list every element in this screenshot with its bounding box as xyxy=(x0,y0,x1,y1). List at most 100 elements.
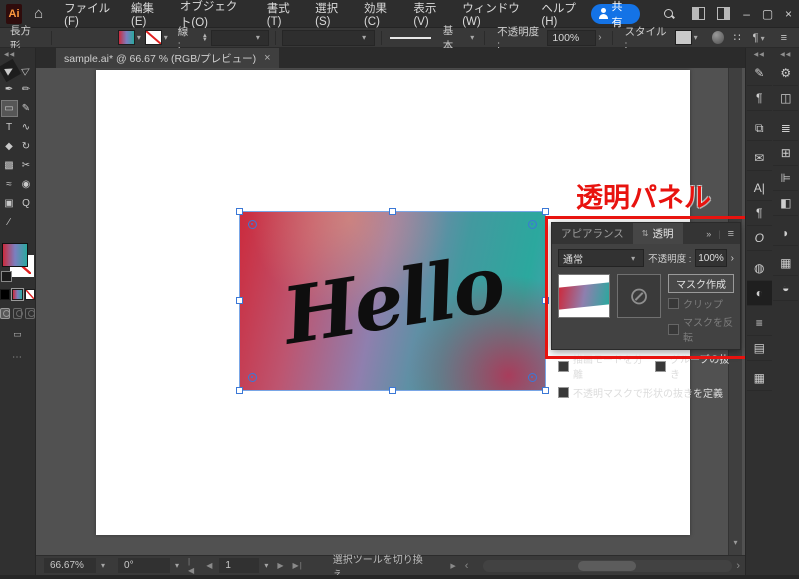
corner-widget[interactable] xyxy=(248,373,257,382)
paragraph-control-icon[interactable]: ¶ ▾ xyxy=(753,32,769,44)
zoom-dropdown-icon[interactable]: ▾ xyxy=(96,561,110,570)
scroll-down-icon[interactable]: ▾ xyxy=(729,538,742,547)
artboard-tool[interactable]: ▣ xyxy=(1,195,18,212)
selection-handle[interactable] xyxy=(236,208,243,215)
zoom-level-field[interactable]: 66.67% xyxy=(44,558,96,573)
collapse-dock-icon[interactable]: ◀◀ xyxy=(780,51,791,58)
horizontal-scrollbar-thumb[interactable] xyxy=(578,560,637,571)
corner-widget[interactable] xyxy=(528,220,537,229)
shaper-tool[interactable]: ◆ xyxy=(1,138,18,155)
tab-close-icon[interactable]: × xyxy=(264,52,270,64)
opacity-mask-shape-checkbox[interactable] xyxy=(558,387,569,398)
selection-handle[interactable] xyxy=(236,297,243,304)
opacity-mask-shape-row[interactable]: 不透明マスクで形状の抜きを定義 xyxy=(558,385,734,400)
stroke-weight-field[interactable]: ▾ xyxy=(210,29,269,46)
stroke-weight-stepper[interactable]: ▲ ▼ xyxy=(202,33,208,43)
paragraph-options-panel-icon[interactable]: ¶ xyxy=(746,86,772,111)
css-export-panel-icon[interactable]: ⧉ xyxy=(746,116,772,141)
type-tool[interactable]: T xyxy=(1,119,18,136)
ai-logo-icon[interactable]: Ai xyxy=(6,3,23,24)
pencil-tool[interactable]: ✎ xyxy=(18,100,35,117)
close-button[interactable]: × xyxy=(778,0,799,28)
scroll-right-icon[interactable]: › xyxy=(732,560,745,572)
scroll-left-icon[interactable]: ‹ xyxy=(461,560,474,572)
rotation-field[interactable]: 0° xyxy=(118,558,171,573)
artboard-number-field[interactable]: 1 xyxy=(219,558,260,573)
comments-panel-icon[interactable]: ✉ xyxy=(746,146,772,171)
artboard-dropdown-icon[interactable]: ▾ xyxy=(259,561,273,570)
edit-toolbar-icon[interactable]: ⋯ xyxy=(0,352,35,363)
scissors-tool[interactable]: ✂ xyxy=(18,157,35,174)
horizontal-scrollbar[interactable] xyxy=(483,559,733,572)
rectangle-tool[interactable]: ▭ xyxy=(0,100,18,117)
invert-mask-checkbox-row[interactable]: マスクを反転 xyxy=(668,314,734,344)
symbol-tool[interactable]: ◉ xyxy=(18,176,35,193)
corner-widget[interactable] xyxy=(528,373,537,382)
first-artboard-icon[interactable]: |◀ xyxy=(184,557,202,575)
tab-transparency[interactable]: ⇅ 透明 xyxy=(632,223,683,244)
curvature-tool[interactable]: ∿ xyxy=(18,119,35,136)
color-guide-panel-icon[interactable]: ◒ xyxy=(773,276,799,301)
fill-color-swatch[interactable] xyxy=(118,30,135,45)
clip-checkbox-row[interactable]: クリップ xyxy=(668,296,734,311)
libraries-panel-icon[interactable]: ◫ xyxy=(773,86,799,111)
fill-swatch[interactable] xyxy=(1,243,28,267)
graphic-styles-panel-icon[interactable]: ▦ xyxy=(773,251,799,276)
minimize-button[interactable]: – xyxy=(736,0,757,28)
workspace-switcher-icon[interactable] xyxy=(716,7,731,20)
none-button[interactable] xyxy=(24,289,35,300)
selection-handle[interactable] xyxy=(236,387,243,394)
menu-effect[interactable]: 効果(C) xyxy=(355,0,404,28)
globe-icon[interactable] xyxy=(711,31,724,44)
align-panel-icon[interactable]: ⊫ xyxy=(773,166,799,191)
knockout-group-checkbox[interactable] xyxy=(654,360,666,372)
fill-stroke-indicator[interactable] xyxy=(0,243,35,283)
isolate-blending-checkbox[interactable] xyxy=(558,360,569,372)
menu-file[interactable]: ファイル(F) xyxy=(55,0,122,28)
chevron-down-icon[interactable]: ▾ xyxy=(164,33,168,42)
canvas-area[interactable]: Hello アピアランス ⇅ 透明 » | ≡ 通常 ▾ 不透明度: 100%… xyxy=(36,68,745,555)
layers-panel-icon[interactable]: ≣ xyxy=(773,116,799,141)
workspace-icon[interactable]: ∷ xyxy=(734,31,741,44)
knockout-group-row[interactable]: グループの抜き xyxy=(654,351,734,381)
chevron-down-icon[interactable]: ▾ xyxy=(137,33,141,42)
blend-mode-select[interactable]: 通常 ▾ xyxy=(558,249,645,267)
style-swatch[interactable] xyxy=(674,30,692,45)
menu-type[interactable]: 書式(T) xyxy=(258,0,306,28)
document-tab[interactable]: sample.ai* @ 66.67 % (RGB/プレビュー) × xyxy=(56,48,279,68)
direct-selection-tool[interactable]: ▷ xyxy=(14,59,37,82)
gradient-tool[interactable]: ▩ xyxy=(1,157,18,174)
draw-normal-mode[interactable] xyxy=(0,308,10,319)
swatches-panel-icon[interactable]: ▦ xyxy=(746,366,772,391)
glyph-options-panel-icon[interactable]: ✎ xyxy=(746,61,772,86)
paintbrush-tool[interactable]: ✏ xyxy=(18,81,35,98)
last-artboard-icon[interactable]: ▶| xyxy=(289,561,307,570)
color-panel-icon[interactable]: ◍ xyxy=(746,256,772,281)
collapse-panel-icon[interactable]: » xyxy=(706,229,711,239)
menu-edit[interactable]: 編集(E) xyxy=(122,0,171,28)
object-thumbnail[interactable] xyxy=(558,274,610,318)
default-fill-stroke-icon[interactable] xyxy=(0,271,12,282)
character-panel-icon[interactable]: A| xyxy=(746,176,772,201)
variable-width-profile[interactable]: ▾ xyxy=(281,29,376,46)
gradient-button[interactable] xyxy=(11,288,24,301)
paragraph-panel-icon[interactable]: ¶ xyxy=(746,201,772,226)
panel-opacity-field[interactable]: 100% xyxy=(695,249,727,267)
color-button[interactable] xyxy=(0,289,11,300)
properties-panel-icon[interactable]: ⚙ xyxy=(773,61,799,86)
draw-inside-mode[interactable] xyxy=(25,308,36,319)
clip-checkbox[interactable] xyxy=(668,298,679,309)
mask-thumbnail-well[interactable]: ⊘ xyxy=(617,274,661,318)
home-icon[interactable]: ⌂ xyxy=(34,5,43,22)
chevron-down-icon[interactable]: ▾ xyxy=(470,33,474,42)
maximize-button[interactable]: ▢ xyxy=(757,0,778,28)
panel-menu-icon[interactable]: ≡ xyxy=(728,228,734,240)
control-menu-icon[interactable]: ≡ xyxy=(781,32,787,44)
selection-handle[interactable] xyxy=(542,297,549,304)
appearance-panel-icon[interactable]: ◗ xyxy=(773,221,799,246)
opacity-slider-arrow[interactable]: › xyxy=(731,253,734,264)
screen-mode-icon[interactable]: ▭ xyxy=(0,329,35,340)
previous-artboard-icon[interactable]: ◀ xyxy=(202,561,217,570)
gradient-rectangle-artwork[interactable]: Hello xyxy=(236,208,549,394)
zoom-tool[interactable]: Q xyxy=(18,195,35,212)
